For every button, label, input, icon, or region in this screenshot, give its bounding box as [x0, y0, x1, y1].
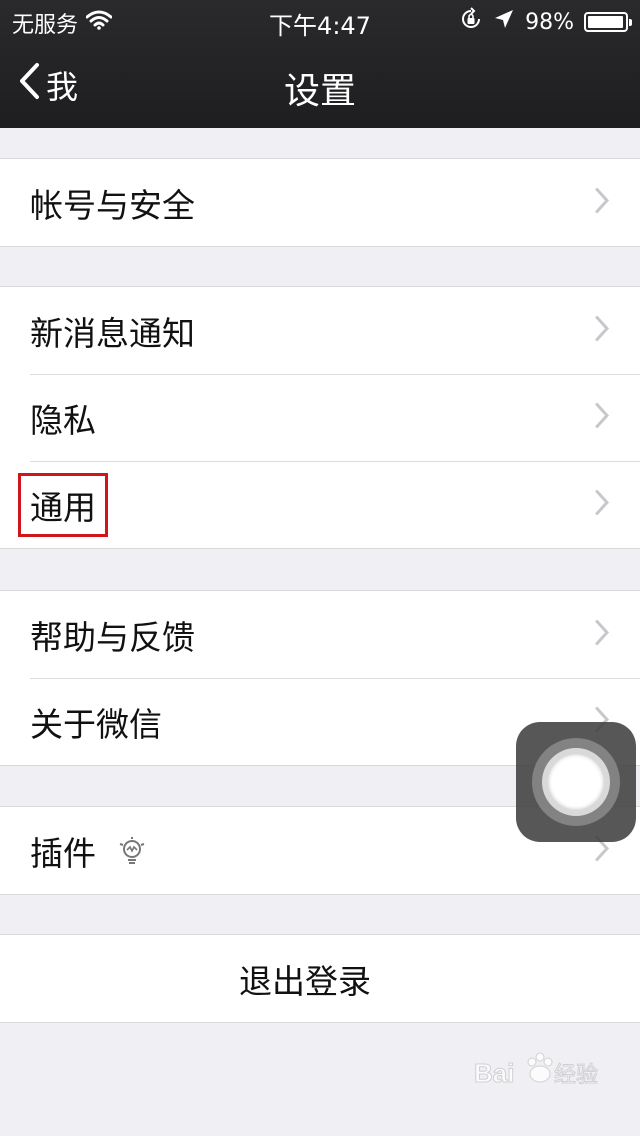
- section-preferences: 新消息通知 隐私 通用: [0, 286, 640, 549]
- assistive-touch-ring-inner: [548, 754, 604, 810]
- row-label: 关于微信: [30, 704, 162, 744]
- row-label: 隐私: [30, 400, 96, 440]
- status-right: 98%: [459, 7, 632, 37]
- row-privacy[interactable]: 隐私: [0, 374, 640, 461]
- battery-percent: 98%: [525, 9, 574, 35]
- lightbulb-icon: [118, 836, 146, 866]
- highlight-box: [18, 473, 108, 537]
- row-account-security[interactable]: 帐号与安全: [0, 159, 640, 246]
- chevron-right-icon: [594, 398, 610, 437]
- battery-fill: [588, 16, 624, 28]
- row-label: 帐号与安全: [30, 185, 195, 225]
- settings-screen: 无服务 下午4:47 98% 我 设置 帐号与安全 新消息通知 隐私 通用 帮助…: [0, 0, 640, 1136]
- svg-text:Bai: Bai: [474, 1058, 514, 1088]
- row-new-message-notifications[interactable]: 新消息通知: [0, 287, 640, 374]
- logout-label: 退出登录: [239, 961, 371, 1001]
- row-label: 插件: [30, 833, 96, 873]
- navigation-bar: 我 设置: [0, 40, 640, 128]
- row-general[interactable]: 通用: [0, 461, 640, 548]
- page-title: 设置: [283, 71, 356, 112]
- section-logout: 退出登录: [0, 934, 640, 1023]
- logout-button[interactable]: 退出登录: [0, 935, 640, 1022]
- assistive-touch-button[interactable]: [516, 722, 636, 842]
- status-bar: 无服务 下午4:47 98%: [0, 0, 640, 40]
- battery-icon: [584, 12, 632, 32]
- watermark-logo: Bai 经验: [474, 1048, 604, 1108]
- rotation-lock-icon: [459, 7, 483, 37]
- section-account: 帐号与安全: [0, 158, 640, 247]
- chevron-right-icon: [594, 485, 610, 524]
- chevron-right-icon: [594, 615, 610, 654]
- chevron-right-icon: [594, 183, 610, 222]
- svg-text:经验: 经验: [554, 1062, 598, 1087]
- location-icon: [493, 8, 515, 36]
- chevron-right-icon: [594, 311, 610, 350]
- top-bar: 无服务 下午4:47 98% 我 设置: [0, 0, 640, 128]
- row-label: 新消息通知: [30, 313, 195, 353]
- row-help-feedback[interactable]: 帮助与反馈: [0, 591, 640, 678]
- row-label: 帮助与反馈: [30, 617, 195, 657]
